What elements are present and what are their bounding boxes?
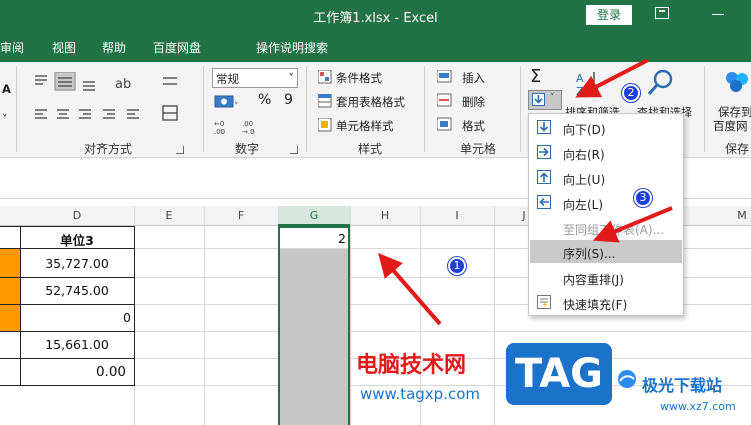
aurora-logo-icon [618, 370, 636, 388]
marker-1: 1 [448, 257, 466, 275]
watermark-url: www.tagxp.com [360, 385, 480, 403]
marker-3: 3 [634, 189, 652, 207]
watermark-text: 电脑技术网 [356, 353, 467, 378]
aurora-site-name: 极光下载站 [642, 376, 723, 395]
tag-logo: TAG [506, 343, 612, 405]
aurora-site-url: www.xz7.com [660, 400, 736, 413]
marker-2: 2 [622, 84, 640, 102]
